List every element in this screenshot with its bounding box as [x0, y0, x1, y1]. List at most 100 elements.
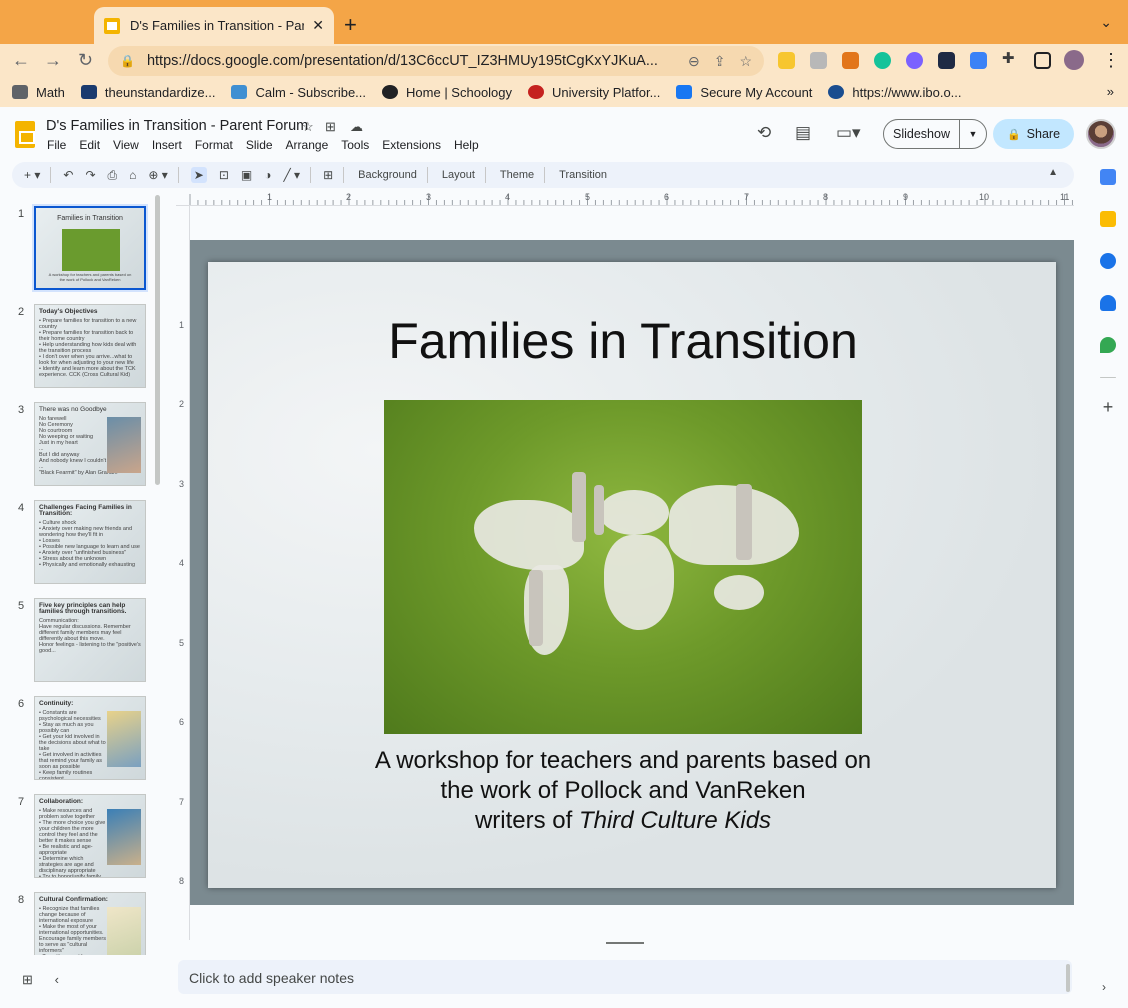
- slide-canvas[interactable]: Families in Transition A workshop for te…: [208, 262, 1056, 888]
- bookmark-math[interactable]: Math: [12, 85, 65, 100]
- slide-subtitle[interactable]: A workshop for teachers and parents base…: [208, 746, 1038, 836]
- url-text[interactable]: https://docs.google.com/presentation/d/1…: [147, 53, 674, 69]
- menu-arrange[interactable]: Arrange: [286, 138, 329, 152]
- image-icon[interactable]: ▣: [241, 168, 252, 182]
- menu-extensions[interactable]: Extensions: [382, 138, 441, 152]
- tab-search-chevron-icon[interactable]: ⌄: [1100, 14, 1112, 31]
- share-page-icon[interactable]: ⇪: [714, 53, 726, 70]
- share-button[interactable]: 🔒 Share: [993, 119, 1074, 149]
- comments-icon[interactable]: ▤: [795, 123, 811, 143]
- layout-button[interactable]: Layout: [442, 169, 475, 181]
- extension-blue-icon[interactable]: [970, 52, 987, 69]
- account-avatar[interactable]: [1086, 119, 1116, 149]
- thumbnail-title: Today's Objectives: [39, 308, 98, 315]
- extension-metamask-icon[interactable]: [842, 52, 859, 69]
- menu-edit[interactable]: Edit: [79, 138, 100, 152]
- profile-avatar-icon[interactable]: [1064, 50, 1084, 70]
- zoom-icon[interactable]: ⊕ ▾: [148, 168, 167, 182]
- move-folder-icon[interactable]: ⊞: [325, 119, 336, 135]
- slide-title[interactable]: Families in Transition: [208, 312, 1038, 370]
- print-icon[interactable]: ⎙: [108, 168, 118, 183]
- more-bookmarks-icon[interactable]: »: [1107, 84, 1114, 99]
- zoom-icon[interactable]: ⊖: [688, 53, 700, 70]
- slide-thumbnail-1[interactable]: Families in Transition A workshop for te…: [32, 204, 148, 292]
- tasks-icon[interactable]: [1100, 253, 1116, 269]
- text-box-icon[interactable]: ⊡: [219, 168, 229, 182]
- meet-camera-icon[interactable]: ▭▾: [836, 123, 861, 143]
- slide-thumbnail-5[interactable]: Five key principles can help families th…: [34, 598, 146, 682]
- new-tab-icon[interactable]: +: [344, 12, 357, 38]
- slideshow-button[interactable]: Slideshow ▼: [883, 119, 987, 149]
- slideshow-dropdown-icon[interactable]: ▼: [960, 129, 986, 139]
- collapse-toolbar-icon[interactable]: ▲: [1048, 167, 1058, 178]
- shape-icon[interactable]: ◑: [264, 168, 271, 182]
- menu-tools[interactable]: Tools: [341, 138, 369, 152]
- undo-icon[interactable]: ↶: [63, 168, 73, 182]
- extension-dark-icon[interactable]: [938, 52, 955, 69]
- add-comment-icon[interactable]: ⊞: [323, 168, 333, 182]
- theme-button[interactable]: Theme: [500, 169, 534, 181]
- extension-gear-icon[interactable]: [906, 52, 923, 69]
- slide-thumbnail-8[interactable]: Cultural Confirmation: • Recognize that …: [34, 892, 146, 955]
- forward-arrow-icon[interactable]: →: [44, 50, 62, 71]
- line-icon[interactable]: ╱ ▾: [284, 168, 301, 182]
- menu-insert[interactable]: Insert: [152, 138, 182, 152]
- filmstrip-scrollbar[interactable]: [155, 195, 160, 485]
- reload-icon[interactable]: ↻: [78, 50, 93, 71]
- slide-thumbnail-3[interactable]: There was no Goodbye No farewell No Cere…: [34, 402, 146, 486]
- extensions-puzzle-icon[interactable]: ✚: [1002, 49, 1019, 67]
- document-title[interactable]: D's Families in Transition - Parent Foru…: [46, 118, 308, 134]
- grid-view-icon[interactable]: ⊞ ‹: [22, 972, 59, 988]
- maps-icon[interactable]: [1100, 337, 1116, 353]
- bookmark-calm[interactable]: Calm - Subscribe...: [231, 85, 366, 100]
- calendar-icon[interactable]: [1100, 169, 1116, 185]
- extension-keep-icon[interactable]: [778, 52, 795, 69]
- select-cursor-icon[interactable]: ➤: [190, 167, 207, 183]
- address-bar[interactable]: 🔒 https://docs.google.com/presentation/d…: [108, 46, 764, 76]
- slide-thumbnail-2[interactable]: Today's Objectives • Prepare families fo…: [34, 304, 146, 388]
- notes-scrollbar[interactable]: [1066, 964, 1070, 992]
- browser-tab-strip: D's Families in Transition - Pare ✕ + ⌄: [0, 0, 1128, 44]
- menu-slide[interactable]: Slide: [246, 138, 273, 152]
- browser-menu-icon[interactable]: ⋮: [1102, 50, 1120, 71]
- slide-number: 2: [18, 306, 25, 318]
- slideshow-label[interactable]: Slideshow: [884, 120, 960, 148]
- bookmark-university-platform[interactable]: University Platfor...: [528, 85, 660, 100]
- side-panel-icon[interactable]: [1034, 52, 1051, 69]
- paint-format-icon[interactable]: ⌂: [129, 168, 136, 182]
- menu-file[interactable]: File: [47, 138, 66, 152]
- contacts-icon[interactable]: [1100, 295, 1116, 311]
- close-tab-icon[interactable]: ✕: [312, 17, 324, 34]
- slide-thumbnail-7[interactable]: Collaboration: • Make resources and prob…: [34, 794, 146, 878]
- speaker-notes[interactable]: Click to add speaker notes: [178, 960, 1072, 994]
- add-addon-icon[interactable]: +: [1100, 398, 1116, 416]
- menu-help[interactable]: Help: [454, 138, 479, 152]
- bookmark-ibo[interactable]: https://www.ibo.o...: [828, 85, 962, 100]
- slides-logo-icon[interactable]: [15, 121, 35, 148]
- browser-tab[interactable]: D's Families in Transition - Pare ✕: [94, 7, 334, 44]
- back-arrow-icon[interactable]: ←: [12, 50, 30, 71]
- bookmark-theunstandardize[interactable]: theunstandardize...: [80, 85, 215, 100]
- bookmark-secure-my-account[interactable]: Secure My Account: [676, 85, 812, 100]
- bookmark-star-icon[interactable]: ☆: [739, 53, 752, 70]
- menu-view[interactable]: View: [113, 138, 139, 152]
- extension-grammarly-icon[interactable]: [874, 52, 891, 69]
- bookmark-schoology[interactable]: Home | Schoology: [382, 85, 512, 100]
- world-map-photo[interactable]: [384, 400, 862, 734]
- redo-icon[interactable]: ↷: [85, 168, 95, 182]
- keep-icon[interactable]: [1100, 211, 1116, 227]
- notes-resize-handle[interactable]: [606, 942, 644, 944]
- version-history-icon[interactable]: ⟲: [757, 123, 771, 143]
- star-icon[interactable]: ☆: [302, 119, 314, 135]
- lock-icon: 🔒: [120, 54, 135, 68]
- slide-thumbnail-4[interactable]: Challenges Facing Families in Transition…: [34, 500, 146, 584]
- expand-side-panel-icon[interactable]: ›: [1102, 980, 1106, 994]
- cloud-saved-icon[interactable]: ☁: [350, 119, 363, 135]
- transition-button[interactable]: Transition: [559, 169, 607, 181]
- new-slide-icon[interactable]: + ▾: [24, 168, 40, 182]
- background-button[interactable]: Background: [358, 169, 417, 181]
- thumbnail-title: Five key principles can help families th…: [39, 602, 127, 615]
- menu-format[interactable]: Format: [195, 138, 233, 152]
- extension-mail-icon[interactable]: [810, 52, 827, 69]
- slide-thumbnail-6[interactable]: Continuity: • Constants are psychologica…: [34, 696, 146, 780]
